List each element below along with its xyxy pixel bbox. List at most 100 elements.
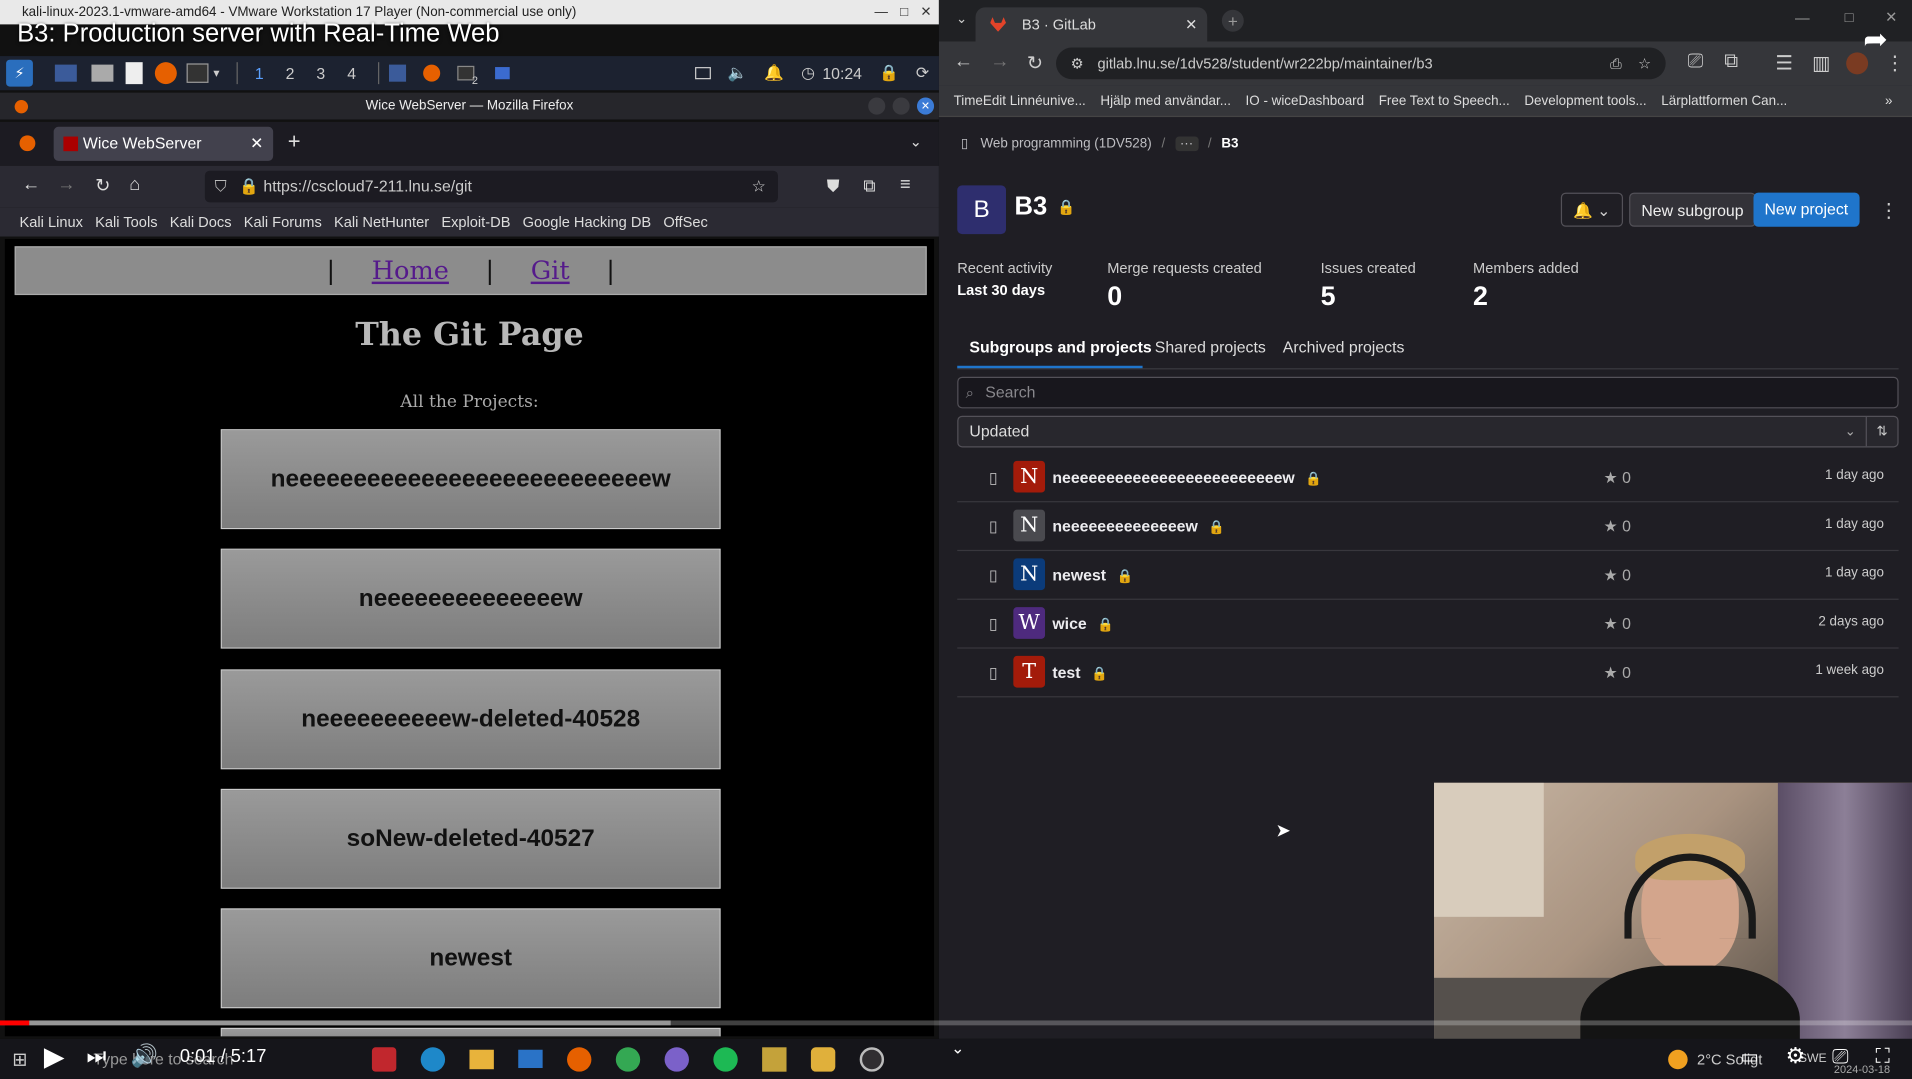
firefox-icon[interactable] <box>154 62 177 85</box>
share-icon[interactable]: ➦ <box>1863 22 1888 57</box>
desktop-icon[interactable] <box>54 64 77 82</box>
side-panel-icon[interactable]: ▥ <box>1812 51 1830 75</box>
bookmark-offsec[interactable]: OffSec <box>663 213 707 230</box>
pocket-icon[interactable]: ⛊ <box>827 176 840 197</box>
volume-icon[interactable]: 🔈 <box>728 63 748 83</box>
bookmark-larplattformen[interactable]: Lärplattformen Can... <box>1661 93 1787 108</box>
nav-git-link[interactable]: Git <box>531 256 570 285</box>
kali-menu-icon[interactable]: ⚡ <box>6 59 33 87</box>
project-name[interactable]: neeeeeeeeeeeeeew <box>1052 517 1197 535</box>
project-row[interactable]: ▯ W wice 🔒 ★ 0 2 days ago <box>957 600 1899 649</box>
window-vm-icon[interactable] <box>495 67 510 80</box>
bookmark-hjalp[interactable]: Hjälp med användar... <box>1100 93 1230 108</box>
sort-direction-icon[interactable]: ⇅ <box>1865 416 1898 447</box>
workspace-2[interactable]: 2 <box>286 64 295 82</box>
project-name[interactable]: test <box>1052 663 1080 681</box>
bookmark-google-hacking-db[interactable]: Google Hacking DB <box>523 213 652 230</box>
project-card[interactable]: neeeeeeeeeeeeeew <box>220 548 721 649</box>
project-name[interactable]: wice <box>1052 614 1086 632</box>
tab-close-icon[interactable]: ✕ <box>250 127 263 161</box>
bookmark-kali-forums[interactable]: Kali Forums <box>244 213 322 230</box>
breadcrumb-group[interactable]: Web programming (1DV528) <box>980 136 1151 151</box>
display-icon[interactable] <box>694 67 711 80</box>
new-tab-icon[interactable]: + <box>288 129 301 155</box>
workspace-1[interactable]: 1 <box>255 64 264 82</box>
home-icon[interactable]: ⌂ <box>129 174 140 195</box>
video-progress[interactable] <box>0 1020 1912 1026</box>
workspace-3[interactable]: 3 <box>316 64 325 82</box>
terminal-icon[interactable] <box>186 63 209 83</box>
project-card[interactable]: soNew-deleted-40527 <box>220 788 721 889</box>
breadcrumb-more[interactable]: ··· <box>1174 135 1199 151</box>
cast-icon[interactable]: ⎚ <box>1688 51 1704 73</box>
hamburger-menu-icon[interactable]: ≡ <box>900 174 911 195</box>
bookmark-timeedit[interactable]: TimeEdit Linnéunive... <box>954 93 1086 108</box>
chrome-omnibox[interactable]: ⚙ gitlab.lnu.se/1dv528/student/wr222bp/m… <box>1056 47 1666 80</box>
chrome-min-icon[interactable]: — <box>1795 10 1810 27</box>
maximize-icon[interactable]: □ <box>900 0 908 24</box>
reading-list-icon[interactable]: ☰ <box>1775 51 1792 75</box>
sidebar-toggle-icon[interactable]: ▯ <box>961 135 968 152</box>
project-row[interactable]: ▯ N neeeeeeeeeeeeeeeeeeeeeeeeew 🔒 ★ 0 1 … <box>957 454 1899 503</box>
bell-icon[interactable]: 🔔 <box>764 63 784 83</box>
chrome-max-icon[interactable]: □ <box>1845 9 1854 26</box>
next-icon[interactable]: ⏭ <box>86 1044 106 1070</box>
chrome-forward-icon[interactable]: → <box>990 51 1010 73</box>
project-card[interactable]: neeeeeeeeeew-deleted-40528 <box>220 669 721 770</box>
new-project-button[interactable]: New project <box>1753 192 1860 227</box>
bookmark-wicedashboard[interactable]: IO - wiceDashboard <box>1246 93 1365 108</box>
bookmarks-more-icon[interactable]: » <box>1885 93 1892 108</box>
url-bar[interactable]: ⛉ 🔒 https://cscloud7-211.lnu.se/git ☆ <box>204 170 778 203</box>
reload-icon[interactable]: ↻ <box>95 174 110 197</box>
minimize-icon[interactable]: — <box>874 0 887 24</box>
search-input[interactable]: ⌕ Search <box>957 376 1899 409</box>
padlock-icon[interactable]: 🔒 <box>239 171 259 203</box>
chrome-extensions-icon[interactable]: ⧉ <box>1724 51 1738 73</box>
files-icon[interactable] <box>91 64 114 82</box>
settings-hd-icon[interactable]: ⚙ <box>1786 1044 1806 1070</box>
chapter-chevron-icon[interactable]: ⌄ <box>951 1039 964 1059</box>
bookmark-kali-docs[interactable]: Kali Docs <box>170 213 232 230</box>
bookmark-star-icon[interactable]: ☆ <box>752 171 766 203</box>
bookmark-kali-tools[interactable]: Kali Tools <box>95 213 157 230</box>
list-tabs-icon[interactable]: ⌄ <box>910 133 922 150</box>
chrome-back-icon[interactable]: ← <box>954 51 974 73</box>
chevron-down-icon[interactable]: ▾ <box>213 66 219 79</box>
tab-archived-projects[interactable]: Archived projects <box>1283 338 1405 356</box>
site-info-icon[interactable]: ⚙ <box>1071 48 1084 80</box>
extensions-icon[interactable]: ⧉ <box>863 176 875 197</box>
lock-icon[interactable]: 🔒 <box>879 63 899 83</box>
play-icon[interactable]: ▶ <box>44 1041 65 1073</box>
tab-search-icon[interactable]: ⌄ <box>956 11 967 27</box>
chrome-menu-icon[interactable]: ⋮ <box>1885 51 1905 75</box>
window-button-icon[interactable] <box>388 64 407 82</box>
chrome-new-tab-icon[interactable]: + <box>1221 9 1244 32</box>
fullscreen-exit-icon[interactable]: ⛶ <box>1876 1044 1891 1068</box>
subtitles-icon[interactable]: ▭ <box>1740 1044 1758 1068</box>
project-card[interactable]: newest <box>220 908 721 1009</box>
tab-wice-webserver[interactable]: Wice WebServer ✕ <box>53 126 274 161</box>
ff-min-icon[interactable] <box>868 97 886 115</box>
shield-icon[interactable]: ⛉ <box>215 171 227 203</box>
ff-close-icon[interactable]: ✕ <box>916 97 935 115</box>
volume-video-icon[interactable]: 🔊 <box>131 1044 158 1070</box>
tab-subgroups-projects[interactable]: Subgroups and projects <box>969 338 1151 356</box>
forward-icon[interactable]: → <box>57 174 75 195</box>
workspace-4[interactable]: 4 <box>347 64 356 82</box>
editor-icon[interactable] <box>125 62 143 85</box>
close-icon[interactable]: ✕ <box>920 0 931 24</box>
project-row[interactable]: ▯ N newest 🔒 ★ 0 1 day ago <box>957 551 1899 600</box>
firefox-view-icon[interactable] <box>19 135 36 152</box>
cast-video-icon[interactable]: ⎚ <box>1832 1044 1849 1068</box>
chrome-reload-icon[interactable]: ↻ <box>1027 51 1043 75</box>
bookmark-devtools[interactable]: Development tools... <box>1524 93 1646 108</box>
bookmark-exploit-db[interactable]: Exploit-DB <box>441 213 510 230</box>
new-subgroup-button[interactable]: New subgroup <box>1629 192 1756 227</box>
install-icon[interactable]: ⎙ <box>1610 48 1622 80</box>
window-firefox-icon[interactable] <box>423 64 441 82</box>
notification-button[interactable]: 🔔 ⌄ <box>1560 192 1623 227</box>
project-name[interactable]: newest <box>1052 566 1106 584</box>
bookmark-free-tts[interactable]: Free Text to Speech... <box>1379 93 1510 108</box>
tab-shared-projects[interactable]: Shared projects <box>1155 338 1266 356</box>
bookmark-kali-linux[interactable]: Kali Linux <box>20 213 83 230</box>
